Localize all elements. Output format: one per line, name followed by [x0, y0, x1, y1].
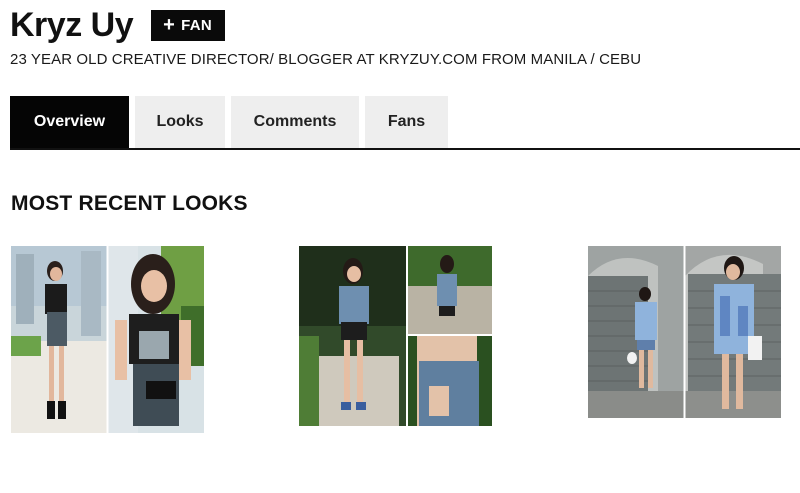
tab-fans[interactable]: Fans: [365, 96, 448, 148]
profile-page: Kryz Uy + FAN 23 YEAR OLD CREATIVE DIREC…: [0, 0, 800, 493]
look-thumbnail[interactable]: [588, 246, 781, 418]
profile-name: Kryz Uy: [10, 6, 134, 44]
look-thumbnail[interactable]: [299, 246, 492, 426]
look-image: [11, 246, 204, 433]
fan-button[interactable]: + FAN: [151, 9, 225, 41]
look-thumbnail[interactable]: [11, 246, 204, 433]
profile-header: Kryz Uy + FAN: [10, 4, 225, 46]
tab-comments[interactable]: Comments: [231, 96, 359, 148]
plus-icon: +: [163, 14, 176, 36]
look-image: [588, 246, 781, 418]
profile-bio: 23 YEAR OLD CREATIVE DIRECTOR/ BLOGGER A…: [10, 51, 642, 68]
look-image: [299, 246, 492, 426]
section-title: MOST RECENT LOOKS: [11, 192, 248, 215]
tab-overview[interactable]: Overview: [10, 96, 129, 148]
profile-tabs: Overview Looks Comments Fans: [10, 96, 800, 150]
fan-button-label: FAN: [181, 16, 212, 34]
tab-looks[interactable]: Looks: [135, 96, 225, 148]
